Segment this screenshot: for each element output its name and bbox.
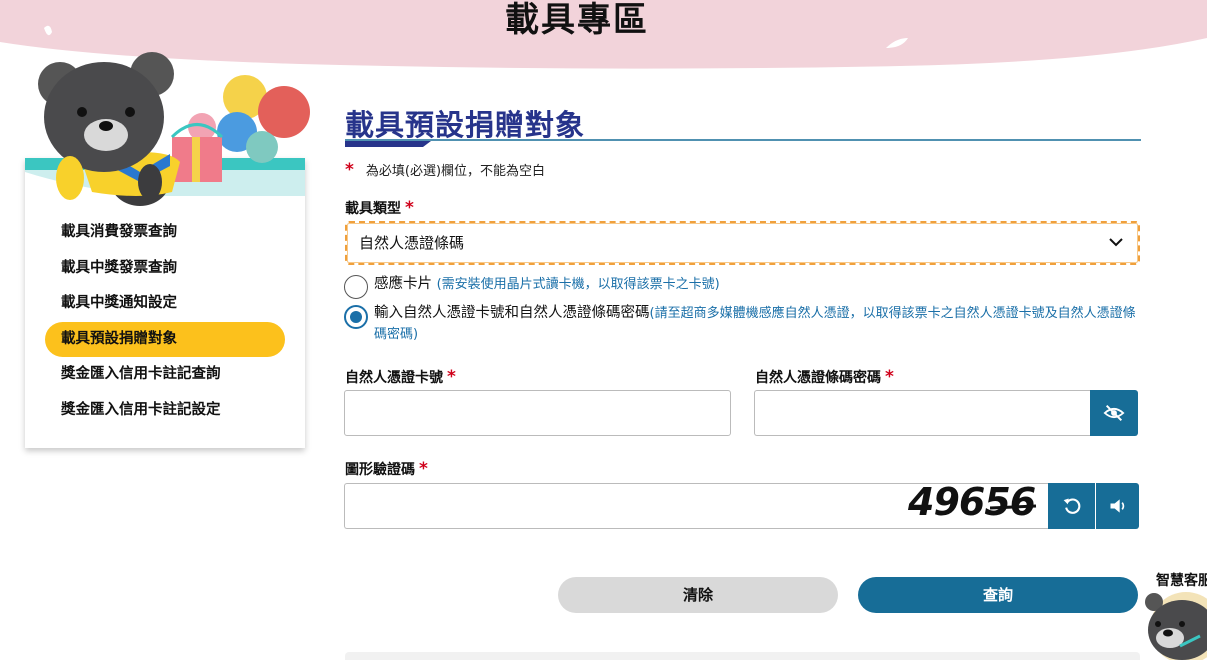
option-certificate-input-text: 輸入自然人憑證卡號和自然人憑證條碼密碼(請至超商多媒體機感應自然人憑證，以取得該… [374, 303, 1136, 345]
option-certificate-input[interactable]: 輸入自然人憑證卡號和自然人憑證條碼密碼(請至超商多媒體機感應自然人憑證，以取得該… [344, 303, 1140, 345]
toggle-password-visibility-button[interactable] [1090, 390, 1138, 436]
barcode-password-label: 自然人憑證條碼密碼 * [755, 367, 894, 387]
banner-title: 載具專區 [505, 0, 649, 40]
speaker-icon [1110, 499, 1124, 513]
carrier-type-label-text: 載具類型 [345, 201, 401, 217]
option-contactless-card[interactable]: 感應卡片 (需安裝使用晶片式讀卡機，以取得該票卡之卡號) [344, 273, 720, 299]
carrier-type-selected-value: 自然人憑證條碼 [359, 234, 465, 252]
sidebar-item-carrier-invoice-query[interactable]: 載具消費發票查詢 [45, 215, 285, 251]
sidebar-item-winning-notification-settings[interactable]: 載具中獎通知設定 [45, 286, 285, 322]
option-label: 輸入自然人憑證卡號和自然人憑證條碼密碼 [374, 305, 650, 321]
captcha-refresh-button[interactable] [1048, 483, 1096, 529]
required-star: * [447, 367, 456, 387]
page-title: 載具預設捐贈對象 [345, 108, 586, 142]
refresh-icon [1063, 498, 1081, 514]
barcode-password-label-text: 自然人憑證條碼密碼 [755, 370, 881, 386]
card-number-label: 自然人憑證卡號 * [345, 367, 456, 387]
required-star: * [419, 459, 428, 479]
sidebar-item-winning-invoice-query[interactable]: 載具中獎發票查詢 [45, 251, 285, 287]
barcode-password-input[interactable] [754, 390, 1090, 436]
required-star: * [885, 367, 894, 387]
option-hint: (需安裝使用晶片式讀卡機，以取得該票卡之卡號) [436, 277, 720, 292]
carrier-type-select[interactable]: 自然人憑證條碼 [345, 221, 1140, 265]
sidebar-item-default-donation-target[interactable]: 載具預設捐贈對象 [45, 321, 285, 358]
radio-certificate-input[interactable] [344, 305, 368, 329]
captcha-label-text: 圖形驗證碼 [345, 462, 415, 478]
carrier-type-label: 載具類型 * [345, 198, 414, 218]
title-underline [345, 139, 1141, 147]
bear-mascot-illustration [38, 52, 310, 206]
eye-slash-icon [1103, 404, 1125, 422]
chevron-down-icon [1109, 238, 1123, 247]
radio-contactless-card[interactable] [344, 275, 368, 299]
clear-button[interactable]: 清除 [558, 577, 838, 613]
required-star: * [405, 198, 414, 218]
captcha-label: 圖形驗證碼 * [345, 459, 428, 479]
option-label: 感應卡片 [374, 276, 432, 292]
sidebar-item-credit-card-prize-settings[interactable]: 獎金匯入信用卡註記設定 [45, 393, 285, 429]
smart-service-label[interactable]: 智慧客服 [1156, 570, 1207, 590]
captcha-noise-line [990, 504, 1037, 510]
sidebar-nav: 載具消費發票查詢 載具中獎發票查詢 載具中獎通知設定 載具預設捐贈對象 獎金匯入… [45, 215, 285, 429]
captcha-audio-button[interactable] [1095, 483, 1139, 529]
captcha-input[interactable] [344, 483, 898, 529]
card-number-label-text: 自然人憑證卡號 [345, 370, 443, 386]
required-star: * [345, 160, 354, 180]
query-button[interactable]: 查詢 [858, 577, 1138, 613]
required-note: * 為必填(必選)欄位，不能為空白 [345, 160, 545, 180]
card-number-input[interactable] [344, 390, 731, 436]
required-note-text: 為必填(必選)欄位，不能為空白 [365, 164, 546, 179]
sidebar-item-credit-card-prize-query[interactable]: 獎金匯入信用卡註記查詢 [45, 357, 285, 393]
option-contactless-card-text: 感應卡片 (需安裝使用晶片式讀卡機，以取得該票卡之卡號) [374, 274, 720, 295]
results-panel-edge [345, 652, 1140, 660]
smart-service-bear-icon[interactable] [1140, 588, 1207, 660]
